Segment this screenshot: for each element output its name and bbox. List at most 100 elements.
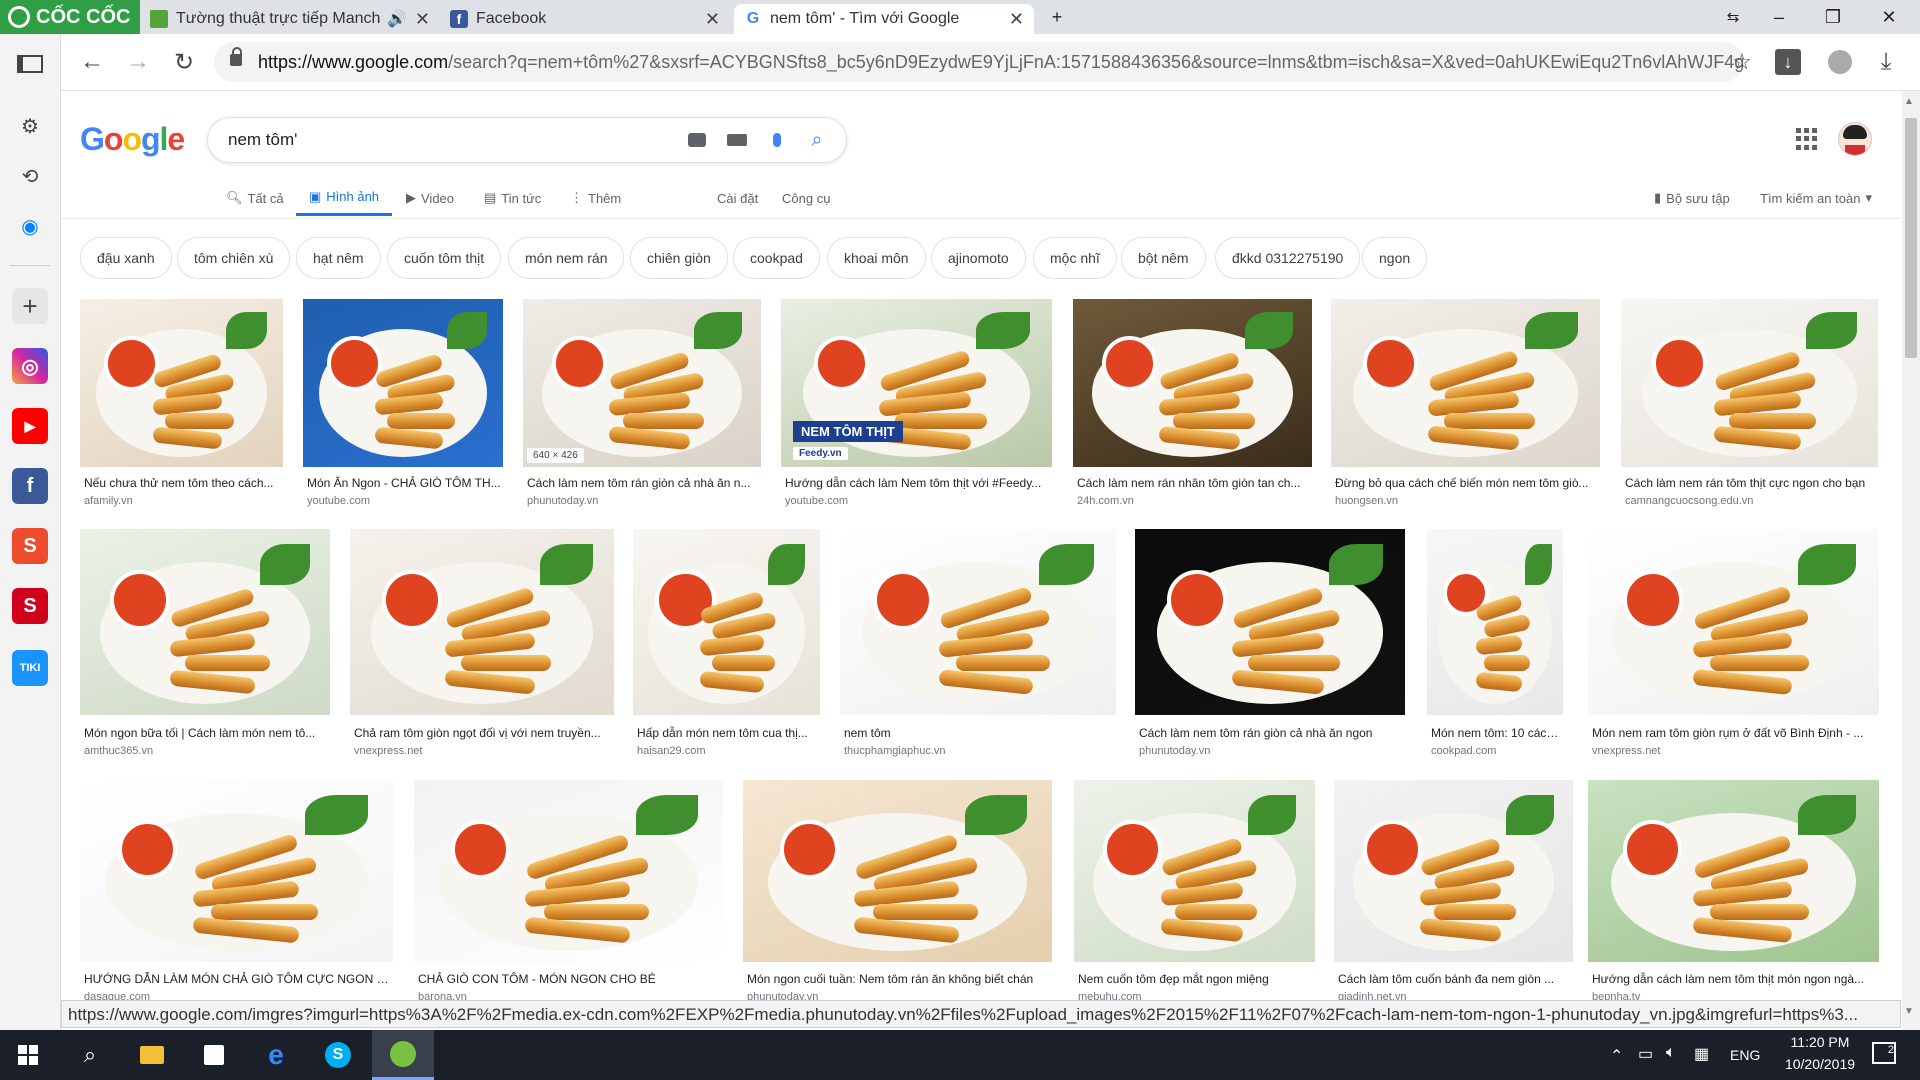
chip-hat-nem[interactable]: hạt nêm — [296, 237, 381, 279]
result-caption[interactable]: Nem cuốn tôm đẹp mắt ngon miệng — [1078, 972, 1313, 986]
result-source[interactable]: camnangcuocsong.edu.vn — [1625, 495, 1876, 507]
forward-icon[interactable]: → — [120, 44, 156, 80]
result-image[interactable] — [80, 529, 330, 715]
collections-link[interactable]: ▮ Bộ sưu tập — [1654, 180, 1730, 216]
result-image[interactable] — [414, 780, 723, 962]
chip-dkkd[interactable]: đkkd 0312275190 — [1215, 237, 1361, 279]
result-caption[interactable]: Món nem ram tôm giòn rụm ở đất võ Bình Đ… — [1592, 726, 1877, 740]
chip-khoai-mon[interactable]: khoai môn — [827, 237, 926, 279]
tray-chevron-icon[interactable]: ⌃ — [1610, 1046, 1623, 1066]
download-icon[interactable]: ↓ — [1770, 44, 1806, 80]
tab-all[interactable]: 🔍︎ Tất cả — [226, 180, 284, 216]
maximize-icon[interactable]: ❐ — [1810, 4, 1856, 30]
result-caption[interactable]: HƯỚNG DẪN LÀM MÓN CHẢ GIÒ TÔM CỰC NGON (… — [84, 972, 391, 986]
tab-search-icon[interactable]: ⇆ — [1710, 4, 1756, 30]
result-source[interactable]: haisan29.com — [637, 745, 818, 757]
result-caption[interactable]: Cách làm nem rán nhân tôm giòn tan ch... — [1077, 476, 1310, 490]
result-image[interactable] — [350, 529, 614, 715]
tab-facebook[interactable]: f Facebook ✕ — [440, 4, 730, 34]
result-caption[interactable]: Món nem tôm: 10 cách... — [1431, 726, 1561, 740]
sendo-icon[interactable]: S — [12, 588, 48, 624]
search-box[interactable]: nem tôm' — [207, 117, 847, 163]
result-caption[interactable]: Hấp dẫn món nem tôm cua thị... — [637, 726, 818, 740]
result-caption[interactable]: Chả ram tôm giòn ngọt đối vị với nem tru… — [354, 726, 612, 740]
result-caption[interactable]: Cách làm nem tôm rán giòn cả nhà ăn n... — [527, 476, 759, 490]
result-image[interactable]: 640 × 426 — [523, 299, 761, 467]
chip-tom-chien-xu[interactable]: tôm chiên xù — [177, 237, 291, 279]
safe-search-link[interactable]: Tìm kiếm an toàn ▾ — [1760, 180, 1872, 216]
profile-icon[interactable] — [1822, 44, 1858, 80]
result-caption[interactable]: Đừng bỏ qua cách chế biến món nem tôm gi… — [1335, 476, 1598, 490]
chip-cookpad[interactable]: cookpad — [733, 237, 820, 279]
speaker-icon[interactable]: 🔊 — [387, 9, 407, 29]
result-source[interactable]: youtube.com — [307, 495, 501, 507]
result-image[interactable] — [303, 299, 503, 467]
scrollbar-thumb[interactable] — [1905, 118, 1917, 358]
result-image[interactable] — [1427, 529, 1563, 715]
chip-dau-xanh[interactable]: đậu xanh — [80, 237, 172, 279]
result-image[interactable] — [840, 529, 1116, 715]
result-caption[interactable]: Món ngon bữa tối | Cách làm món nem tô..… — [84, 726, 328, 740]
scroll-down-icon[interactable]: ▼ — [1904, 1006, 1914, 1017]
edge-icon[interactable]: e — [248, 1030, 304, 1080]
close-tab-icon[interactable]: ✕ — [705, 9, 720, 30]
result-image[interactable] — [1621, 299, 1878, 467]
messenger-icon[interactable]: ◉ — [12, 208, 48, 244]
coccoc-taskbar-icon[interactable] — [372, 1030, 434, 1080]
windows-start-icon[interactable] — [0, 1030, 56, 1080]
tools-link[interactable]: Công cụ — [782, 180, 830, 216]
notification-center-icon[interactable]: 2 — [1872, 1042, 1896, 1064]
apps-grid-icon[interactable] — [1796, 128, 1818, 150]
facebook-icon[interactable]: f — [12, 468, 48, 504]
result-caption[interactable]: Cách làm tôm cuốn bánh đa nem giòn ... — [1338, 972, 1571, 986]
result-caption[interactable]: Món ngon cuối tuần: Nem tôm rán ăn không… — [747, 972, 1050, 986]
result-caption[interactable]: Hướng dẫn cách làm nem tôm thịt món ngon… — [1592, 972, 1877, 986]
close-tab-icon[interactable]: ✕ — [415, 9, 430, 30]
new-tab-icon[interactable]: + — [1034, 4, 1080, 30]
result-source[interactable]: huongsen.vn — [1335, 495, 1598, 507]
result-caption[interactable]: Món Ăn Ngon - CHẢ GIÒ TÔM TH... — [307, 476, 501, 490]
result-caption[interactable]: CHẢ GIÒ CON TÔM - MÓN NGON CHO BÉ — [418, 972, 721, 986]
close-tab-icon[interactable]: ✕ — [1009, 9, 1024, 30]
volume-icon[interactable]: 🔈︎ — [1666, 1044, 1676, 1062]
result-source[interactable]: cookpad.com — [1431, 745, 1561, 757]
result-caption[interactable]: Cách làm nem tôm rán giòn cả nhà ăn ngon — [1139, 726, 1403, 740]
user-avatar[interactable] — [1838, 122, 1872, 156]
bookmark-star-icon[interactable]: ☆ — [1724, 44, 1760, 80]
chip-ajinomoto[interactable]: ajinomoto — [931, 237, 1026, 279]
tab-manchester[interactable]: Tường thuật trực tiếp Manche 🔊 ✕ — [140, 4, 440, 34]
result-source[interactable]: amthuc365.vn — [84, 745, 328, 757]
chip-cuon-tom-thit[interactable]: cuốn tôm thịt — [387, 237, 502, 279]
chip-mon-nem-ran[interactable]: món nem rán — [508, 237, 625, 279]
language-indicator[interactable]: ENG — [1730, 1047, 1760, 1063]
result-source[interactable]: vnexpress.net — [1592, 745, 1877, 757]
tab-images[interactable]: ▣ Hình ảnh — [296, 180, 392, 216]
skype-icon[interactable]: S — [310, 1030, 366, 1080]
address-bar[interactable]: https://www.google.com/search?q=nem+tôm%… — [214, 42, 1744, 82]
network-icon[interactable]: ▭ — [1638, 1044, 1653, 1064]
keyboard-tray-icon[interactable]: ▦ — [1694, 1044, 1709, 1064]
result-image[interactable] — [1073, 299, 1312, 467]
chip-bot-nem[interactable]: bột nêm — [1121, 237, 1206, 279]
keyboard-icon[interactable] — [724, 127, 750, 153]
chip-chien-gion[interactable]: chiên giòn — [630, 237, 728, 279]
result-source[interactable]: afamily.vn — [84, 495, 281, 507]
result-caption[interactable]: Hướng dẫn cách làm Nem tôm thịt với #Fee… — [785, 476, 1050, 490]
search-icon[interactable]: ⌕ — [804, 127, 830, 153]
result-source[interactable]: phunutoday.vn — [1139, 745, 1403, 757]
tiki-icon[interactable]: TIKI — [12, 650, 48, 686]
result-image[interactable] — [1588, 780, 1879, 962]
search-input[interactable]: nem tôm' — [228, 130, 297, 150]
result-image[interactable] — [80, 299, 283, 467]
camera-search-icon[interactable] — [684, 127, 710, 153]
taskbar-search-icon[interactable]: ⌕ — [62, 1030, 118, 1080]
result-image[interactable]: NEM TÔM THỊT Feedy.vn — [781, 299, 1052, 467]
tab-google-search[interactable]: G nem tôm' - Tìm với Google ✕ — [734, 4, 1034, 34]
result-source[interactable]: thucphamgiaphuc.vn — [844, 745, 1114, 757]
result-source[interactable]: 24h.com.vn — [1077, 495, 1310, 507]
store-icon[interactable] — [186, 1030, 242, 1080]
result-caption[interactable]: Nếu chưa thử nem tôm theo cách... — [84, 476, 281, 490]
result-image[interactable] — [633, 529, 820, 715]
instagram-icon[interactable]: ◎ — [12, 348, 48, 384]
result-image[interactable] — [1588, 529, 1879, 715]
